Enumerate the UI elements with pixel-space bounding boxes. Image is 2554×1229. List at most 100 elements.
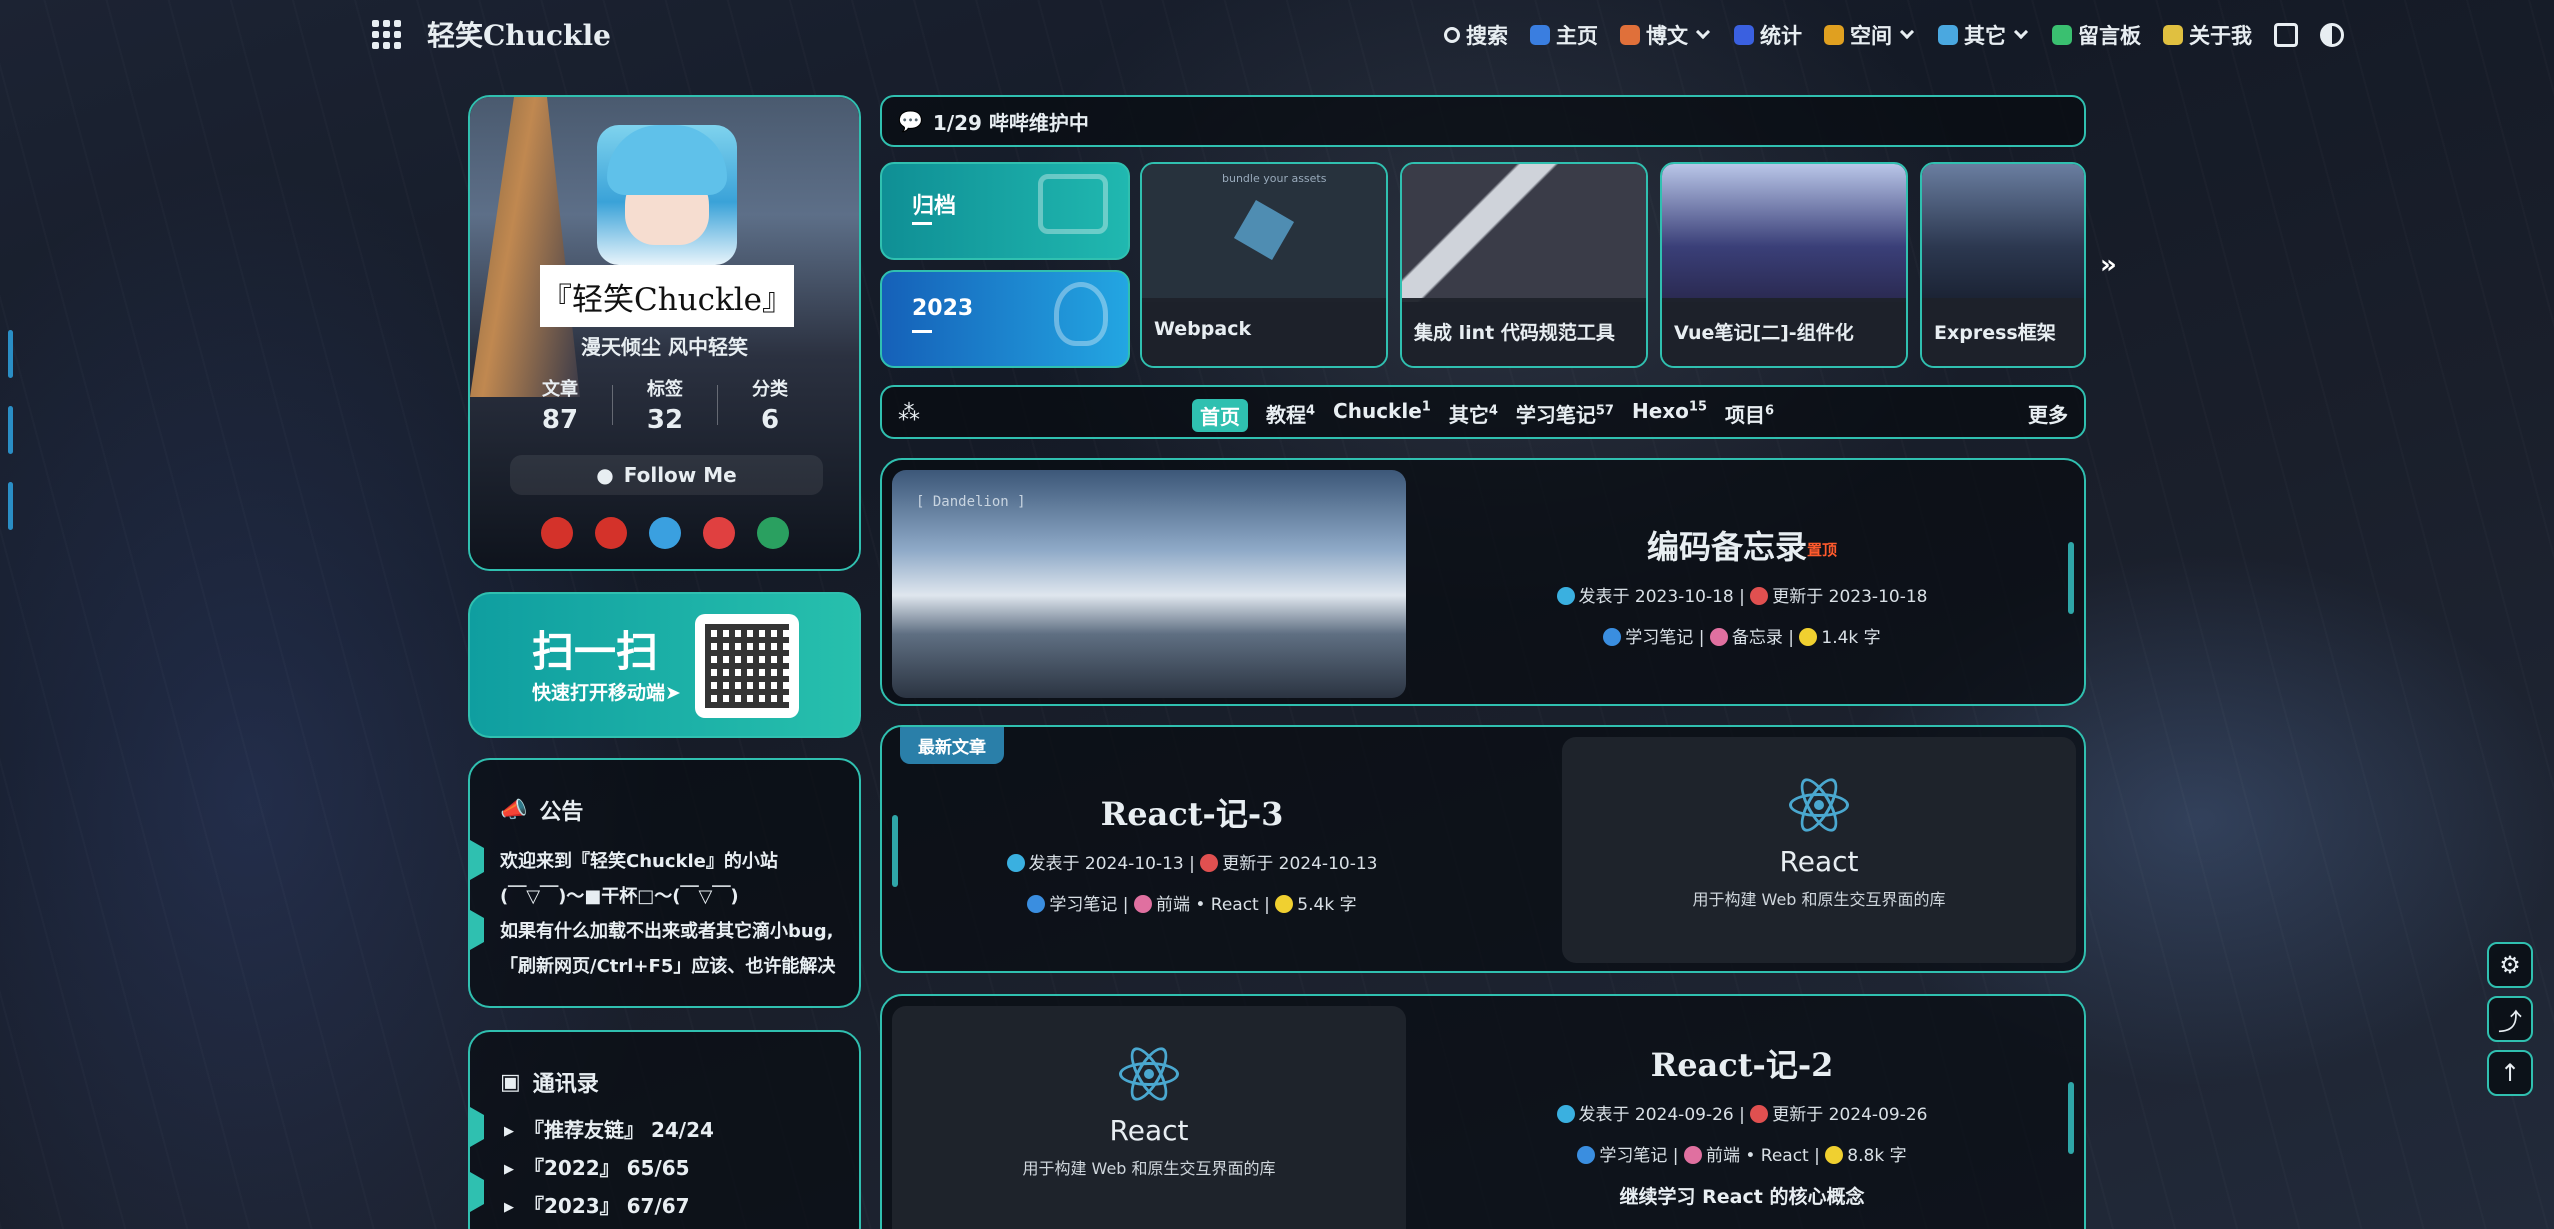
contact-item[interactable]: 『2022』 65/65 bbox=[504, 1150, 714, 1188]
nav-item-1[interactable]: 主页 bbox=[1530, 20, 1598, 50]
profile-card: 『轻笑Chuckle』 漫天倾尘 风中轻笑 文章 87 标签 32 分类 6 ● Fo… bbox=[468, 95, 861, 571]
social-links bbox=[470, 517, 859, 549]
recent-post-vue[interactable]: Vue笔记[二]-组件化 bbox=[1660, 162, 1908, 368]
settings-button[interactable]: ⚙ bbox=[2487, 942, 2533, 988]
profile-stats: 文章 87 标签 32 分类 6 bbox=[510, 375, 820, 435]
profile-title: 『轻笑Chuckle』 bbox=[540, 265, 794, 327]
post-title[interactable]: 编码备忘录置顶 bbox=[1442, 522, 2042, 568]
qr-card[interactable]: 扫一扫 快速打开移动端➤ bbox=[468, 592, 861, 738]
megaphone-icon: 📣 bbox=[500, 797, 528, 823]
lightbulb-icon bbox=[1054, 282, 1108, 346]
top-nav: 轻笑Chuckle 搜索 主页 博文 统计 空间 其它 留言板 关于我 bbox=[0, 0, 2554, 72]
tab-0[interactable]: 首页 bbox=[1192, 399, 1248, 432]
nav-item-3[interactable]: 统计 bbox=[1734, 20, 1802, 50]
nav-item-0[interactable]: 搜索 bbox=[1444, 20, 1508, 50]
latest-badge: 最新文章 bbox=[900, 727, 1004, 764]
laptop-icon bbox=[1038, 174, 1108, 234]
double-chevron-right-icon[interactable]: » bbox=[2100, 250, 2117, 280]
contact-item[interactable]: 『2023』 67/67 bbox=[504, 1188, 714, 1226]
post-category[interactable]: 学习笔记 bbox=[1625, 628, 1693, 648]
notice-card: 📣 公告 欢迎来到『轻笑Chuckle』的小站 (￣▽￣)～■干杯□～(￣▽￣) … bbox=[468, 758, 861, 1008]
archive-tile[interactable]: 归档 bbox=[880, 162, 1130, 260]
weibo-icon[interactable] bbox=[702, 517, 735, 549]
post-cover-react: React 用于构建 Web 和原生交互界面的库 bbox=[892, 1006, 1406, 1229]
tab-1[interactable]: 教程4 bbox=[1266, 399, 1315, 432]
recent-post-express[interactable]: Express框架 bbox=[1920, 162, 2086, 368]
post-card-latest[interactable]: 最新文章 React-记-3 发表于 2024-10-13 | 更新于 2024… bbox=[880, 725, 2086, 973]
post-cover-react: React 用于构建 Web 和原生交互界面的库 bbox=[1562, 737, 2076, 963]
post-title: Webpack bbox=[1142, 298, 1386, 366]
nav-item-2[interactable]: 博文 bbox=[1620, 20, 1712, 50]
nav-item-5[interactable]: 其它 bbox=[1938, 20, 2030, 50]
site-name[interactable]: 轻笑Chuckle bbox=[427, 14, 611, 54]
qr-code bbox=[695, 614, 799, 718]
tabs-more-link[interactable]: 更多 bbox=[2028, 399, 2068, 428]
back-to-top-button[interactable]: ↑ bbox=[2487, 1050, 2533, 1096]
post-title: 集成 lint 代码规范工具 bbox=[1402, 298, 1646, 366]
chevron-down-icon bbox=[1695, 24, 1711, 40]
stat-articles[interactable]: 文章 87 bbox=[510, 375, 610, 435]
github-icon: ● bbox=[596, 463, 614, 487]
post-cover bbox=[1662, 164, 1906, 302]
react-logo-icon bbox=[1119, 1042, 1179, 1106]
react-logo-icon bbox=[1789, 773, 1849, 837]
left-rail bbox=[0, 330, 18, 558]
tab-4[interactable]: 学习笔记57 bbox=[1516, 399, 1614, 432]
post-excerpt: 继续学习 React 的核心概念 bbox=[1619, 1186, 1865, 1208]
post-title[interactable]: React-记-2 bbox=[1442, 1040, 2042, 1086]
csdn-icon[interactable] bbox=[540, 517, 573, 549]
recent-post-webpack[interactable]: bundle your assets Webpack bbox=[1140, 162, 1388, 368]
post-title[interactable]: React-记-3 bbox=[902, 789, 1482, 835]
codepen-icon[interactable] bbox=[756, 517, 789, 549]
tab-5[interactable]: Hexo15 bbox=[1632, 399, 1707, 432]
post-meta: 学习笔记 | 备忘录 | 1.4k 字 bbox=[1442, 623, 2042, 648]
post-cover bbox=[1922, 164, 2084, 302]
tab-2[interactable]: Chuckle1 bbox=[1333, 399, 1431, 432]
post-category[interactable]: 学习笔记 bbox=[1599, 1146, 1667, 1166]
year-2023-tile[interactable]: 2023 bbox=[880, 270, 1130, 368]
nav-item-7[interactable]: 关于我 bbox=[2163, 20, 2252, 50]
profile-subtitle: 漫天倾尘 风中轻笑 bbox=[581, 335, 748, 359]
post-tags[interactable]: 备忘录 bbox=[1732, 628, 1783, 648]
post-tags[interactable]: 前端 • React bbox=[1706, 1146, 1809, 1166]
announcement-bar[interactable]: 💬 1/29 哔哔维护中 bbox=[880, 95, 2086, 147]
tab-6[interactable]: 项目6 bbox=[1725, 399, 1774, 432]
notice-heading: 📣 公告 bbox=[500, 797, 584, 826]
tab-3[interactable]: 其它4 bbox=[1449, 399, 1498, 432]
pinned-badge: 置顶 bbox=[1807, 541, 1838, 559]
chevron-down-icon bbox=[2013, 24, 2029, 40]
share-button[interactable]: ⤴ bbox=[2487, 996, 2533, 1042]
brand[interactable]: 轻笑Chuckle bbox=[372, 14, 611, 54]
comment-icon: 💬 bbox=[898, 109, 923, 133]
theme-toggle-icon[interactable] bbox=[2320, 23, 2344, 47]
stat-tags[interactable]: 标签 32 bbox=[615, 375, 715, 435]
post-card-react-2[interactable]: React 用于构建 Web 和原生交互界面的库 React-记-2 发表于 2… bbox=[880, 994, 2086, 1229]
recent-post-lint[interactable]: 集成 lint 代码规范工具 bbox=[1400, 162, 1648, 368]
post-dates: 发表于 2024-09-26 | 更新于 2024-09-26 bbox=[1442, 1100, 2042, 1125]
post-category[interactable]: 学习笔记 bbox=[1049, 895, 1117, 915]
article-icon bbox=[1620, 25, 1640, 45]
post-card-pinned[interactable]: [ Dandelion ] 编码备忘录置顶 发表于 2023-10-18 | 更… bbox=[880, 458, 2086, 706]
post-cover: bundle your assets bbox=[1142, 164, 1386, 302]
bilibili-icon[interactable] bbox=[648, 517, 681, 549]
post-title: Express框架 bbox=[1922, 298, 2084, 366]
notice-body: 欢迎来到『轻笑Chuckle』的小站 (￣▽￣)～■干杯□～(￣▽￣) 如果有什… bbox=[500, 851, 836, 977]
nav-item-4[interactable]: 空间 bbox=[1824, 20, 1916, 50]
stat-categories[interactable]: 分类 6 bbox=[720, 375, 820, 435]
avatar[interactable] bbox=[597, 125, 737, 265]
nav-menu: 搜索 主页 博文 统计 空间 其它 留言板 关于我 bbox=[1444, 20, 2344, 50]
contact-item[interactable]: 『推荐友链』 24/24 bbox=[504, 1112, 714, 1150]
gitee-icon[interactable] bbox=[594, 517, 627, 549]
image-icon[interactable] bbox=[2274, 23, 2298, 47]
qr-title: 扫一扫 bbox=[532, 627, 659, 676]
share-icon: ⤴ bbox=[2498, 1007, 2522, 1036]
follow-button[interactable]: ● Follow Me bbox=[510, 455, 823, 495]
message-icon bbox=[2052, 25, 2072, 45]
post-cover bbox=[1402, 164, 1646, 302]
post-tags[interactable]: 前端 • React bbox=[1156, 895, 1259, 915]
nav-item-6[interactable]: 留言板 bbox=[2052, 20, 2141, 50]
gear-icon: ⚙ bbox=[2499, 951, 2521, 979]
announcement-text: 1/29 哔哔维护中 bbox=[932, 110, 1089, 135]
menu-grid-icon[interactable] bbox=[372, 19, 401, 49]
contact-card: ▣通讯录 『推荐友链』 24/24 『2022』 65/65 『2023』 67… bbox=[468, 1030, 861, 1229]
